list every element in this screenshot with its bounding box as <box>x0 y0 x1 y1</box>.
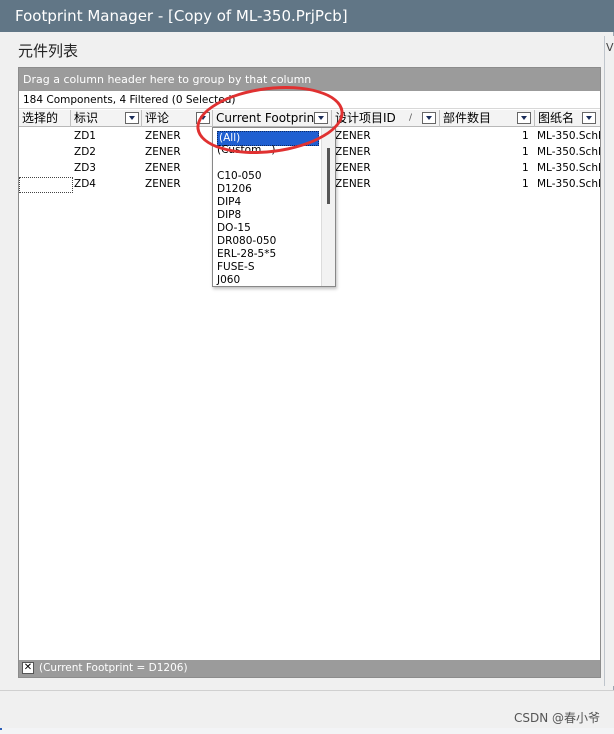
filter-dropdown-icon[interactable] <box>125 112 139 124</box>
filter-dropdown-icon[interactable] <box>422 112 436 124</box>
column-header-sheet-name[interactable]: 图纸名 <box>535 110 600 127</box>
column-header-designator[interactable]: 标识 <box>71 110 142 127</box>
column-label: 设计项目ID <box>335 111 396 125</box>
sort-indicator: / <box>409 113 413 123</box>
window-title: Footprint Manager - [Copy of ML-350.PrjP… <box>0 0 614 32</box>
cell-designator: ZD3 <box>74 162 96 174</box>
column-label: 部件数目 <box>443 111 492 125</box>
dropdown-item[interactable]: ERL-28-5*5 <box>217 248 276 261</box>
dropdown-item[interactable]: DR080-050 <box>217 235 276 248</box>
cell-part-count: 1 <box>522 178 529 190</box>
cell-comment: ZENER <box>145 130 181 142</box>
cell-part-count: 1 <box>522 162 529 174</box>
clear-filter-close-icon[interactable]: ✕ <box>22 662 34 674</box>
cell-designator: ZD2 <box>74 146 96 158</box>
dropdown-item[interactable]: J060 <box>217 274 240 286</box>
cell-sheet-name: ML-350.SchD <box>537 178 600 190</box>
cell-comment: ZENER <box>145 178 181 190</box>
cell-comment: ZENER <box>145 162 181 174</box>
column-label: 评论 <box>145 111 170 125</box>
watermark: CSDN @春小爷 <box>513 711 600 725</box>
section-title: 元件列表 <box>18 42 79 60</box>
dropdown-item[interactable]: DIP8 <box>217 209 241 222</box>
cell-comment: ZENER <box>145 146 181 158</box>
dropdown-scrollbar[interactable] <box>321 128 335 286</box>
dropdown-item[interactable]: D1206 <box>217 183 252 196</box>
cell-design-item-id: ZENER <box>335 146 371 158</box>
dropdown-item[interactable]: DO-15 <box>217 222 251 235</box>
cell-part-count: 1 <box>522 130 529 142</box>
cell-design-item-id: ZENER <box>335 178 371 190</box>
column-header-design-item-id[interactable]: 设计项目ID / <box>332 110 440 127</box>
right-panel-stub <box>604 36 614 686</box>
filter-dropdown-icon[interactable] <box>517 112 531 124</box>
column-header-selected[interactable]: 选择的 <box>19 110 71 127</box>
dropdown-item[interactable]: DIP4 <box>217 196 241 209</box>
cell-part-count: 1 <box>522 146 529 158</box>
active-filter-text[interactable]: (Current Footprint = D1206) <box>39 660 188 677</box>
cell-sheet-name: ML-350.SchD <box>537 130 600 142</box>
cell-design-item-id: ZENER <box>335 162 371 174</box>
scrollbar-thumb[interactable] <box>327 148 330 204</box>
column-label: 图纸名 <box>538 111 575 125</box>
cell-sheet-name: ML-350.SchD <box>537 162 600 174</box>
column-label: 标识 <box>74 111 99 125</box>
right-panel-label: V <box>606 41 614 54</box>
focused-cell[interactable] <box>19 177 73 193</box>
dropdown-item[interactable]: FUSE-S <box>217 261 254 274</box>
cell-sheet-name: ML-350.SchD <box>537 146 600 158</box>
active-filter-bar: ✕ (Current Footprint = D1206) <box>19 660 600 677</box>
cell-design-item-id: ZENER <box>335 130 371 142</box>
cell-designator: ZD4 <box>74 178 96 190</box>
cell-designator: ZD1 <box>74 130 96 142</box>
column-header-part-count[interactable]: 部件数目 <box>440 110 535 127</box>
dropdown-item[interactable]: C10-050 <box>217 170 262 183</box>
column-label: 选择的 <box>22 111 59 125</box>
filter-dropdown-icon[interactable] <box>582 112 596 124</box>
